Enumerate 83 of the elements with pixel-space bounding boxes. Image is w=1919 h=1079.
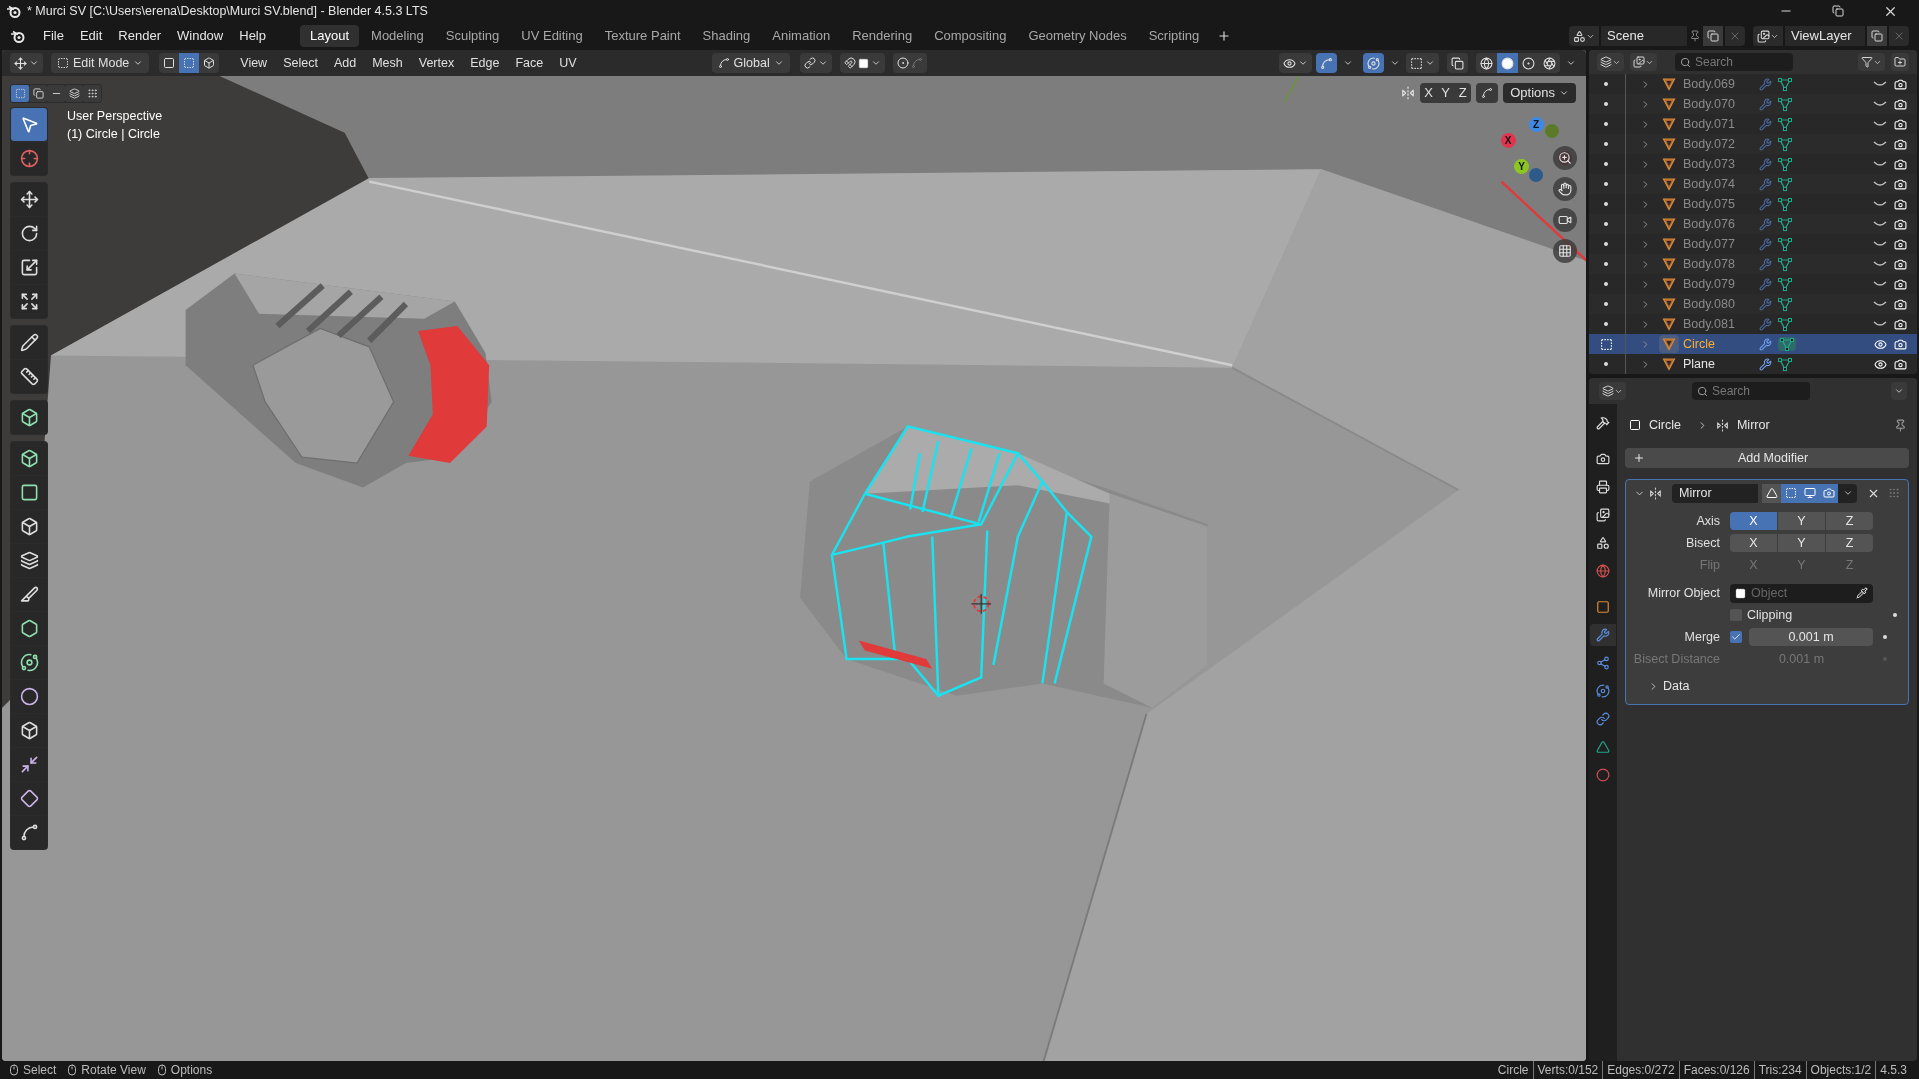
view-layer-name-field[interactable]: ViewLayer (1785, 26, 1865, 46)
mirror-axis-button[interactable]: Z (1454, 83, 1472, 103)
object-name: Body.075 (1683, 195, 1736, 213)
axis-toggle-button[interactable]: X (1730, 534, 1777, 552)
field-label: Bisect Distance (1632, 650, 1721, 668)
status-hint: Rotate View (81, 1062, 146, 1079)
status-hint: Options (170, 1062, 213, 1079)
subpanel-header[interactable]: Data (1626, 674, 1908, 698)
menu-item[interactable]: Add (326, 53, 364, 73)
scene-name-field[interactable]: Scene (1601, 26, 1687, 46)
search-field[interactable]: Search (1692, 382, 1810, 400)
object-name: Body.079 (1683, 275, 1736, 293)
viewport-info-text: User Perspective (67, 108, 163, 125)
workspace-tab[interactable]: Texture Paint (594, 25, 691, 47)
axis-toggle-button[interactable]: Z (1826, 512, 1873, 530)
workspace-tab[interactable]: Shading (692, 25, 761, 47)
object-name: Body.078 (1683, 255, 1736, 273)
workspace-tab[interactable]: Animation (762, 25, 841, 47)
window-title: * Murci SV [C:\Users\erena\Desktop\Murci SV.blend] - Blender 4.5.3 LTS (27, 2, 428, 20)
add-modifier-button[interactable]: Add Modifier (1625, 448, 1909, 468)
outliner-row[interactable]: Circle (1589, 334, 1917, 354)
object-name: Circle (1683, 335, 1716, 353)
menu-item[interactable]: UV (552, 53, 584, 73)
workspace-tab[interactable]: Layout (300, 25, 360, 47)
mirror-axis-button[interactable]: X (1420, 83, 1438, 103)
workspace-tab[interactable]: UV Editing (511, 25, 593, 47)
object-name: Body.069 (1683, 75, 1736, 93)
status-stat: Verts:0/152 (1532, 1061, 1603, 1079)
axis-toggle-button[interactable]: Y (1778, 512, 1825, 530)
menu-item[interactable]: File (35, 25, 72, 47)
workspace-tab[interactable]: Geometry Nodes (1018, 25, 1137, 47)
status-stat: Tris:234 (1753, 1061, 1806, 1079)
viewport-info-text: (1) Circle | Circle (67, 126, 161, 143)
object-name: Body.073 (1683, 155, 1736, 173)
object-name: Body.081 (1683, 315, 1736, 333)
status-stat: Edges:0/272 (1602, 1061, 1679, 1079)
menu-item[interactable]: View (233, 53, 275, 73)
modifier-name-field[interactable]: Mirror (1672, 483, 1758, 503)
menu-item[interactable]: Vertex (411, 53, 462, 73)
axis-toggle-button[interactable]: Y (1778, 534, 1825, 552)
menu-item[interactable]: Window (169, 25, 232, 47)
object-name: Body.070 (1683, 95, 1736, 113)
object-name: Plane (1683, 355, 1716, 373)
object-name: Body.072 (1683, 135, 1736, 153)
menu-item[interactable]: Help (231, 25, 274, 47)
3d-viewport[interactable]: Edit Mode View Select Add Mesh Vertex Edge Face UV Global X Y Z Options User Perspective (1) Circle | Circle X Y Z (2, 50, 1586, 1061)
object-name: Body.077 (1683, 235, 1736, 253)
field-label: Bisect (1684, 534, 1721, 552)
axis-toggle-button[interactable]: Z (1826, 534, 1873, 552)
field-label: Axis (1695, 512, 1721, 530)
menu-item[interactable]: Mesh (365, 53, 410, 73)
object-name: Body.076 (1683, 215, 1736, 233)
mode-dropdown[interactable]: Edit Mode (51, 53, 150, 73)
field-label: Merge (1683, 628, 1721, 646)
checkbox-label: Clipping (1747, 606, 1794, 624)
object-name: Body.074 (1683, 175, 1736, 193)
status-stat: Objects:1/2 (1805, 1061, 1876, 1079)
number-field[interactable]: 0.001 m (1749, 628, 1873, 646)
object-name: Body.080 (1683, 295, 1736, 313)
workspace-tab[interactable]: Scripting (1138, 25, 1210, 47)
field-label: Mirror Object (1646, 584, 1721, 602)
status-stat: Circle (1496, 1062, 1530, 1079)
options-dropdown[interactable]: Options (1503, 83, 1576, 103)
workspace-tab[interactable]: Rendering (842, 25, 923, 47)
status-stat: 4.5.3 (1875, 1061, 1911, 1079)
breadcrumb-item: Mirror (1736, 416, 1770, 434)
menu-item[interactable]: Edit (71, 25, 111, 47)
menu-item[interactable]: Render (110, 25, 169, 47)
menu-item[interactable]: Select (276, 53, 325, 73)
orientation-dropdown[interactable]: Global (711, 53, 790, 73)
field-label: Flip (1698, 556, 1721, 574)
menu-item[interactable]: Edge (463, 53, 507, 73)
workspace-tab[interactable]: Compositing (924, 25, 1017, 47)
mirror-axis-button[interactable]: Y (1437, 83, 1455, 103)
breadcrumb-item: Circle (1649, 416, 1681, 434)
workspace-tab[interactable]: Sculpting (435, 25, 510, 47)
status-hint: Select (23, 1062, 57, 1079)
axis-toggle-button[interactable]: X (1730, 512, 1777, 530)
menu-item[interactable]: Face (508, 53, 551, 73)
object-name: Body.071 (1683, 115, 1736, 133)
workspace-tab[interactable]: Modeling (361, 25, 434, 47)
search-field[interactable]: Search (1675, 53, 1793, 71)
status-stat: Faces:0/126 (1678, 1061, 1754, 1079)
